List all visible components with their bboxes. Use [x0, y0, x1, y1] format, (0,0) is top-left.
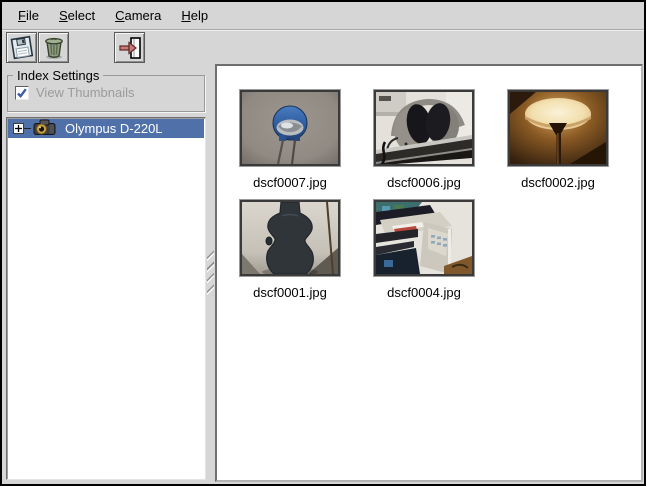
index-settings-frame: Index Settings View Thumbnails — [7, 75, 205, 112]
menu-select[interactable]: Select — [49, 5, 105, 26]
thumbnail-item[interactable]: dscf0004.jpg — [357, 200, 491, 300]
thumbnail-filename: dscf0004.jpg — [387, 285, 461, 300]
trash-can-icon — [41, 35, 67, 61]
exit-door-icon — [117, 35, 143, 61]
thumbnail-panel: dscf0007.jpg — [215, 64, 643, 482]
thumbnail-image-dscf0004[interactable] — [374, 200, 474, 276]
menu-help-rest: elp — [191, 8, 208, 23]
view-thumbnails-checkbox[interactable] — [15, 86, 29, 100]
menu-file-rest: ile — [26, 8, 39, 23]
thumbnail-image-dscf0006[interactable] — [374, 90, 474, 166]
delete-button[interactable] — [38, 32, 69, 63]
menu-select-rest: elect — [68, 8, 95, 23]
thumbnail-image-dscf0007[interactable] — [240, 90, 340, 166]
thumbnail-grid: dscf0007.jpg — [217, 66, 641, 310]
menu-camera-mnemonic: C — [115, 8, 124, 23]
view-thumbnails-row[interactable]: View Thumbnails — [15, 85, 204, 100]
menu-help[interactable]: Help — [171, 5, 218, 26]
checkmark-icon — [16, 87, 28, 99]
camera-icon — [32, 119, 58, 139]
thumbnail-filename: dscf0001.jpg — [253, 285, 327, 300]
menu-camera[interactable]: Camera — [105, 5, 171, 26]
thumbnail-image-dscf0001[interactable] — [240, 200, 340, 276]
thumbnail-item[interactable]: dscf0001.jpg — [223, 200, 357, 300]
tree-row-olympus[interactable]: Olympus D-220L — [8, 119, 204, 138]
menubar: File Select Camera Help — [2, 2, 644, 30]
thumbnail-filename: dscf0002.jpg — [521, 175, 595, 190]
expander-plus-icon[interactable] — [13, 123, 24, 134]
menu-file[interactable]: File — [8, 5, 49, 26]
floppy-disk-icon — [9, 35, 35, 61]
thumbnail-filename: dscf0006.jpg — [387, 175, 461, 190]
menu-file-mnemonic: F — [18, 8, 26, 23]
tree-branch-line — [24, 128, 31, 129]
view-thumbnails-label: View Thumbnails — [36, 85, 135, 100]
splitter-grip-icon[interactable] — [207, 250, 214, 296]
thumbnail-item[interactable]: dscf0007.jpg — [223, 90, 357, 190]
camera-tree: Olympus D-220L — [6, 117, 206, 480]
menu-select-mnemonic: S — [59, 8, 68, 23]
thumbnail-filename: dscf0007.jpg — [253, 175, 327, 190]
thumbnail-image-dscf0002[interactable] — [508, 90, 608, 166]
exit-button[interactable] — [114, 32, 145, 63]
index-settings-title: Index Settings — [13, 68, 103, 83]
thumbnail-item[interactable]: dscf0002.jpg — [491, 90, 625, 190]
pane-splitter[interactable] — [206, 64, 215, 482]
menu-camera-rest: amera — [125, 8, 162, 23]
menu-help-mnemonic: H — [181, 8, 190, 23]
save-button[interactable] — [6, 32, 37, 63]
tree-item-label: Olympus D-220L — [65, 121, 163, 136]
thumbnail-item[interactable]: dscf0006.jpg — [357, 90, 491, 190]
gtkam-window: File Select Camera Help — [0, 0, 646, 486]
